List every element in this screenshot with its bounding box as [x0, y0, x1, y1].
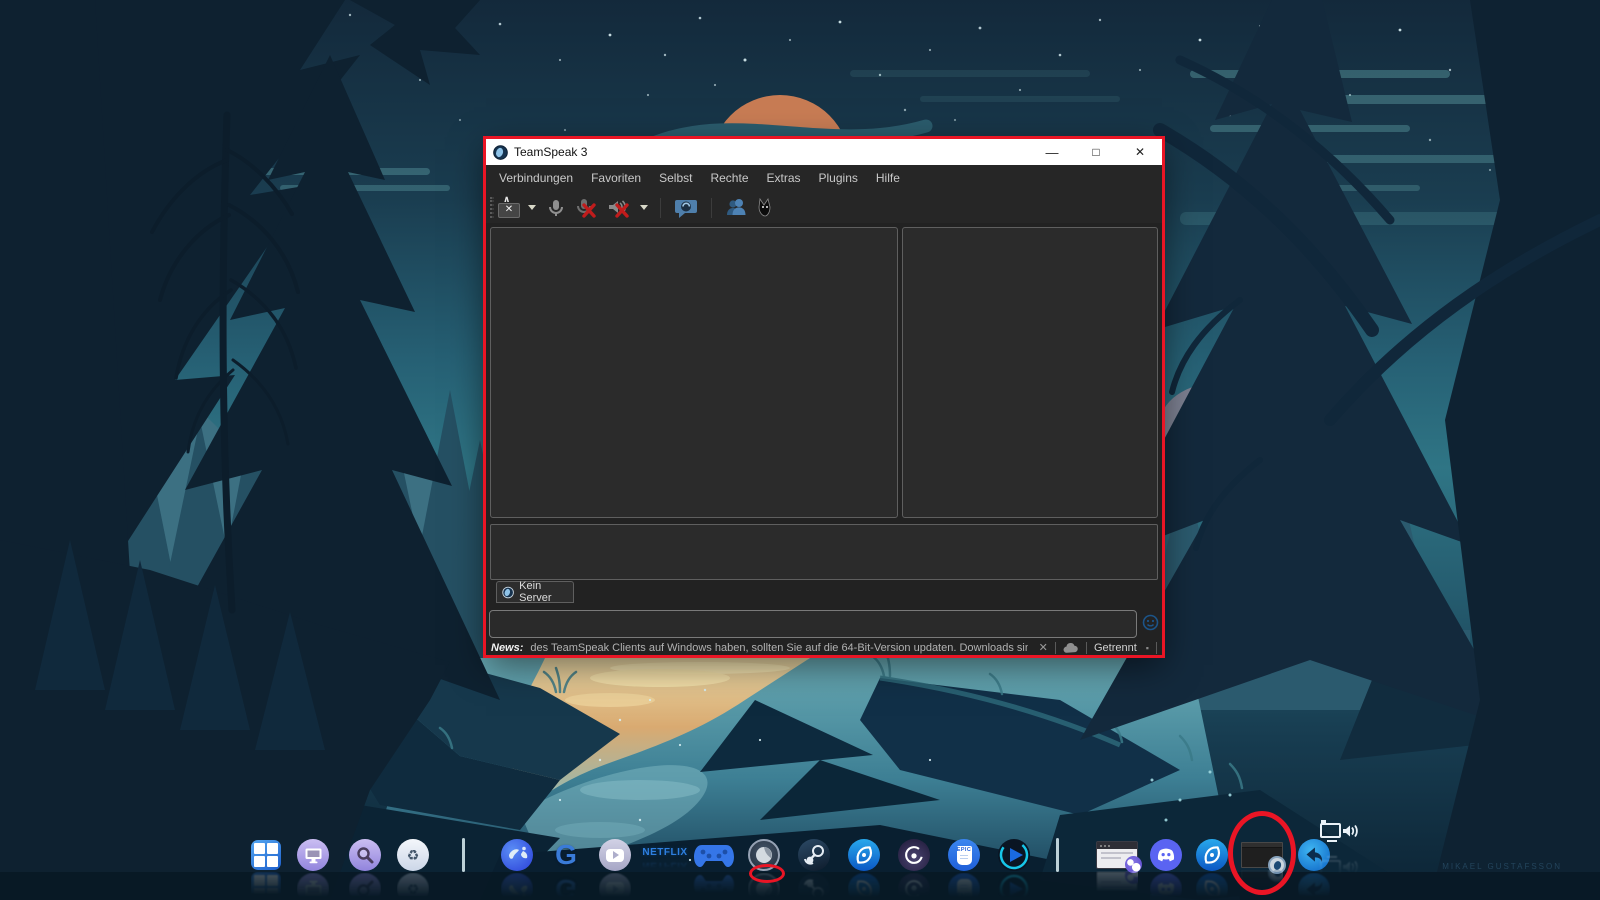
news-ticker-text: des TeamSpeak Clients auf Windows haben,…: [530, 642, 1027, 654]
taskbar-item-search[interactable]: [349, 839, 381, 871]
taskbar-item-youtube[interactable]: [599, 839, 631, 871]
dock-separator: [1056, 838, 1059, 872]
contacts-icon[interactable]: [724, 196, 748, 220]
news-close-icon[interactable]: ✕: [1039, 641, 1048, 654]
microphone-icon[interactable]: [544, 197, 566, 219]
screen-share-audio-icon: [1318, 816, 1362, 848]
server-tab-teamspeak-icon: [502, 586, 514, 599]
teamspeak-window: TeamSpeak 3 — □ ✕ Verbindungen Favoriten…: [486, 139, 1162, 655]
speakers-dropdown-icon[interactable]: [640, 205, 648, 210]
server-tab-label: Kein Server: [519, 580, 573, 604]
netflix-logo: NETFLIX: [642, 847, 687, 858]
taskbar-item-ubisoft-connect[interactable]: [898, 839, 930, 871]
badge-wolf-icon[interactable]: [756, 197, 776, 219]
windows-logo-icon: [251, 840, 281, 870]
menu-favoriten[interactable]: Favoriten: [582, 165, 650, 192]
battlenet-icon: [848, 839, 880, 871]
window-main-area: Kein Server News: des TeamSpeak Clients …: [486, 223, 1162, 655]
window-titlebar[interactable]: TeamSpeak 3 — □ ✕: [486, 139, 1162, 165]
close-button[interactable]: ✕: [1118, 139, 1162, 165]
steam-icon: [798, 839, 830, 871]
browser-window-thumbnail: [1096, 841, 1138, 869]
taskbar-item-netflix[interactable]: NETFLIX: [641, 847, 689, 858]
taskbar-item-game-controller[interactable]: [692, 842, 736, 870]
taskbar-item-cast-audio[interactable]: [1318, 816, 1362, 848]
taskbar-item-window-preview-teamspeak[interactable]: [1241, 842, 1283, 868]
taskbar-item-battlenet[interactable]: [848, 839, 880, 871]
teamspeak-dock-icon: [748, 839, 780, 871]
connect-dropdown-icon[interactable]: [528, 205, 536, 210]
taskbar-item-google[interactable]: G: [550, 839, 582, 871]
connection-status: Getrennt: [1094, 642, 1137, 654]
gamepad-icon: [692, 842, 736, 870]
desktop: MIKAEL GUSTAFSSON TeamSpeak 3 — □ ✕ Verb…: [0, 0, 1600, 900]
taskbar-item-recycle-bin[interactable]: ♻: [397, 839, 429, 871]
teamspeak-logo-badge: [1268, 856, 1286, 874]
menu-bar: Verbindungen Favoriten Selbst Rechte Ext…: [486, 165, 1162, 192]
resize-grip[interactable]: ▪: [1146, 643, 1149, 653]
menu-plugins[interactable]: Plugins: [810, 165, 867, 192]
menu-extras[interactable]: Extras: [758, 165, 810, 192]
battlenet-icon: [1196, 839, 1228, 871]
youtube-play-icon: [599, 839, 631, 871]
epic-games-icon: EPIC: [948, 839, 980, 871]
taskbar-item-window-preview-browser[interactable]: [1096, 841, 1138, 869]
status-bar: News: des TeamSpeak Clients auf Windows …: [486, 640, 1162, 655]
search-icon: [349, 839, 381, 871]
chat-log-panel[interactable]: [490, 524, 1158, 580]
taskbar-item-browser-globe[interactable]: [501, 839, 533, 871]
globe-badge-icon: [1125, 856, 1142, 873]
taskbar-item-media-play[interactable]: [998, 839, 1030, 871]
emoji-picker-icon[interactable]: [1142, 614, 1159, 631]
speakers-muted-icon[interactable]: [606, 197, 632, 219]
ubisoft-swirl-icon: [898, 839, 930, 871]
taskbar-item-epic-games[interactable]: EPIC: [948, 839, 980, 871]
taskbar-item-steam[interactable]: [798, 839, 830, 871]
taskbar-item-battlenet-2[interactable]: [1196, 839, 1228, 871]
menu-verbindungen[interactable]: Verbindungen: [490, 165, 582, 192]
taskbar-item-discord[interactable]: [1150, 839, 1182, 871]
dock-separator: [462, 838, 465, 872]
info-panel[interactable]: [902, 227, 1158, 518]
google-g-icon: G: [550, 839, 582, 871]
artist-watermark: MIKAEL GUSTAFSSON: [1442, 862, 1562, 871]
taskbar-item-my-computer[interactable]: [297, 839, 329, 871]
play-triangle-icon: [998, 839, 1030, 871]
toolbar: ∧ ✕: [486, 192, 1162, 223]
globe-icon: [501, 839, 533, 871]
disconnected-cloud-icon: [1063, 642, 1079, 654]
monitor-icon: [297, 839, 329, 871]
taskbar-item-teamspeak[interactable]: [748, 839, 780, 871]
server-tab[interactable]: Kein Server: [496, 581, 574, 603]
away-status-icon[interactable]: [673, 196, 699, 220]
maximize-button[interactable]: □: [1074, 139, 1118, 165]
teamspeak-window-thumbnail: [1241, 842, 1283, 868]
toolbar-drag-handle[interactable]: [490, 197, 494, 218]
recycle-bin-icon: ♻: [397, 839, 429, 871]
menu-hilfe[interactable]: Hilfe: [867, 165, 909, 192]
microphone-muted-icon[interactable]: [574, 197, 598, 219]
minimize-button[interactable]: —: [1030, 139, 1074, 165]
chat-input[interactable]: [489, 610, 1137, 638]
window-title: TeamSpeak 3: [514, 145, 587, 159]
menu-selbst[interactable]: Selbst: [650, 165, 701, 192]
discord-icon: [1150, 839, 1182, 871]
connect-icon[interactable]: ∧ ✕: [498, 198, 520, 218]
news-label: News:: [491, 642, 523, 654]
menu-rechte[interactable]: Rechte: [701, 165, 757, 192]
channel-tree-panel[interactable]: [490, 227, 898, 518]
taskbar-item-windows-start[interactable]: [251, 840, 281, 870]
teamspeak-logo-icon: [493, 145, 508, 160]
